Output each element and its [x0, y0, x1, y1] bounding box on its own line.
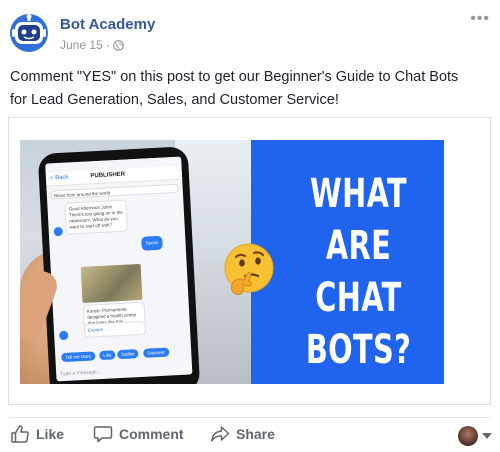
share-arrow-icon: [211, 426, 230, 442]
viewer-avatar[interactable]: [458, 426, 478, 446]
chevron-down-icon[interactable]: [482, 433, 492, 439]
share-label: Share: [236, 426, 275, 442]
news-thumbnail: [80, 263, 143, 303]
facebook-post: Bot Academy June 15 · ••• Comment "YES" …: [0, 0, 500, 452]
post-meta: June 15 ·: [60, 38, 124, 52]
chip-2: Like: [99, 350, 116, 361]
comment-icon: [93, 426, 113, 443]
explore-link: Explore: [83, 320, 147, 338]
post-actions: Like Comment Share: [0, 424, 500, 448]
comment-button[interactable]: Comment: [93, 424, 184, 444]
user-reply: Sports: [141, 235, 163, 251]
back-label: < Back: [49, 174, 69, 182]
like-button[interactable]: Like: [10, 424, 64, 444]
globe-icon[interactable]: [112, 39, 124, 51]
thumbs-up-icon: [11, 425, 29, 443]
post-image[interactable]: < Back PUBLISHER News from around the wo…: [8, 117, 491, 405]
thinking-face-icon: [224, 243, 274, 295]
more-options-icon[interactable]: •••: [470, 10, 490, 28]
share-button[interactable]: Share: [210, 424, 275, 444]
post-date[interactable]: June 15: [60, 38, 103, 52]
meta-separator: ·: [105, 38, 110, 52]
news-label: News from around the world: [50, 183, 179, 200]
actions-divider: [10, 417, 490, 418]
bot-message: Good Afternoon John! There's lots going …: [64, 199, 128, 235]
phone-screen: < Back PUBLISHER News from around the wo…: [45, 156, 193, 382]
title-line-3: BOTS?: [305, 327, 412, 373]
page-name-link[interactable]: Bot Academy: [60, 16, 155, 33]
robot-avatar-icon[interactable]: [9, 13, 49, 53]
bot-avatar-dot-2: [58, 330, 69, 341]
title-line-1: WHAT ARE: [309, 171, 407, 269]
chip-4: Discover: [143, 347, 169, 358]
image-title: WHAT ARE CHAT BOTS?: [296, 168, 422, 376]
app-title: PUBLISHER: [90, 171, 126, 180]
post-body-text: Comment "YES" on this post to get our Be…: [10, 69, 459, 108]
like-label: Like: [36, 426, 65, 442]
title-line-2: CHAT: [315, 275, 402, 321]
bot-avatar-dot: [53, 226, 64, 237]
chip-1: Tell me More: [61, 351, 96, 363]
chip-3: Dislike: [117, 349, 139, 360]
compose-field: Type a message...: [60, 369, 102, 378]
phone-illustration: < Back PUBLISHER News from around the wo…: [37, 146, 201, 384]
comment-label: Comment: [119, 426, 184, 442]
